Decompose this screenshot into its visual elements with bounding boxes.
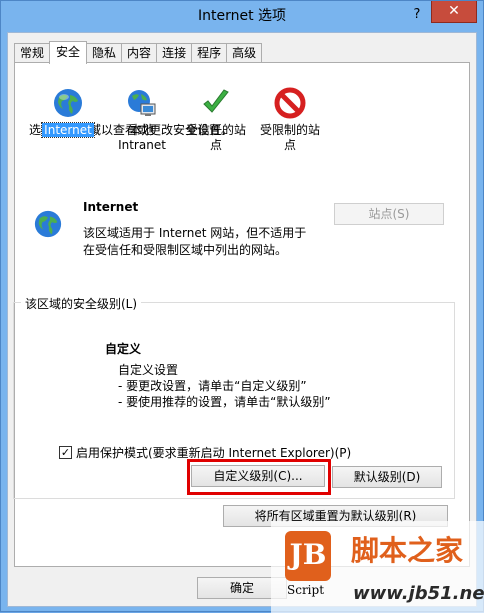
watermark: JB Script 脚本之家 www.jb51.net: [271, 521, 484, 613]
watermark-url: www.jb51.net: [353, 583, 484, 604]
tab-privacy[interactable]: 隐私: [86, 43, 123, 63]
restricted-icon: [274, 87, 306, 119]
zone-trusted-sites[interactable]: 受信任的站 点: [179, 87, 253, 153]
security-level-name: 自定义: [105, 342, 142, 356]
tab-strip: 常规 安全 隐私 内容 连接 程序 高级: [14, 41, 263, 64]
zone-label-line2: 点: [209, 138, 222, 152]
zone-restricted-sites[interactable]: 受限制的站 点: [253, 87, 327, 153]
globe-icon: [54, 89, 82, 117]
zone-info-description-line1: 该区域适用于 Internet 网站，但不适用于: [83, 226, 307, 240]
tab-advanced[interactable]: 高级: [226, 43, 263, 63]
tab-connections[interactable]: 连接: [156, 43, 193, 63]
zone-internet[interactable]: Internet: [31, 87, 105, 138]
security-level-desc-line2: - 要更改设置，请单击“自定义级别”: [118, 379, 307, 393]
watermark-logo: JB: [285, 531, 331, 581]
watermark-brand: 脚本之家: [351, 534, 464, 567]
tab-programs[interactable]: 程序: [191, 43, 228, 63]
protected-mode-checkbox[interactable]: ✓: [59, 446, 72, 459]
close-button[interactable]: ✕: [431, 1, 477, 23]
zone-label-line2: Intranet: [118, 138, 166, 152]
zone-label: 受限制的站: [259, 123, 320, 137]
zone-label: 本地: [129, 123, 154, 137]
custom-level-button[interactable]: 自定义级别(C)...: [191, 465, 325, 487]
help-button[interactable]: ?: [406, 5, 428, 25]
zone-label: Internet: [41, 122, 95, 138]
globe-icon: [34, 210, 62, 238]
tab-security[interactable]: 安全: [49, 41, 88, 64]
watermark-logo-caption: Script: [287, 583, 325, 597]
intranet-icon: [128, 90, 156, 116]
tab-content[interactable]: 内容: [121, 43, 158, 63]
default-level-button[interactable]: 默认级别(D): [332, 466, 442, 488]
security-level-group-label: 该区域的安全级别(L): [21, 295, 142, 312]
checkmark-icon: [203, 89, 229, 113]
zone-label: 受信任的站: [185, 123, 246, 137]
zone-list[interactable]: Internet 本地 Intranet 受信任的站 点 受限制的站 点: [19, 87, 320, 169]
zone-info-title: Internet: [83, 200, 139, 214]
dialog-window: Internet 选项 ? ✕ 常规 安全 隐私 内容 连接 程序 高级 选择一…: [0, 0, 484, 613]
zone-label-line2: 点: [283, 138, 296, 152]
zone-info-description-line2: 在受信任和受限制区域中列出的网站。: [83, 243, 288, 257]
sites-button[interactable]: 站点(S): [334, 203, 444, 225]
security-level-desc-line1: 自定义设置: [118, 363, 179, 377]
security-level-desc-line3: - 要使用推荐的设置，请单击“默认级别”: [118, 395, 331, 409]
tab-general[interactable]: 常规: [14, 43, 51, 63]
zone-local-intranet[interactable]: 本地 Intranet: [105, 87, 179, 153]
